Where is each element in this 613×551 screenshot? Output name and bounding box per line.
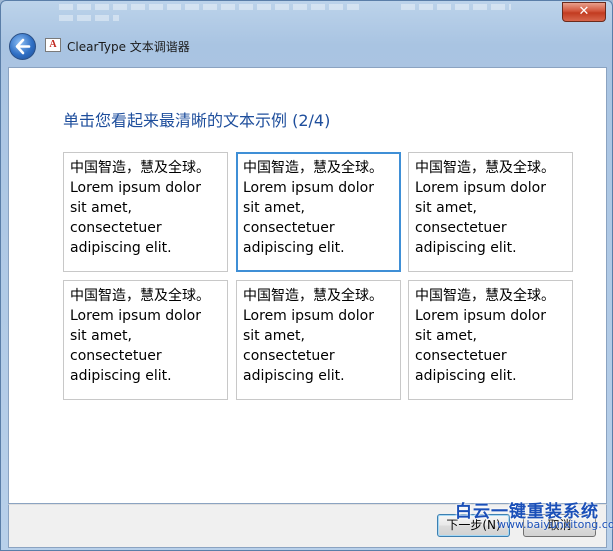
text-sample-5[interactable]: 中国智造，慧及全球。 Lorem ipsum dolor sit amet, c… — [236, 280, 401, 400]
window-frame: ✕ A ClearType 文本调谐器 单击您看起来最清晰的文本示例 (2/4)… — [0, 0, 613, 551]
next-button[interactable]: 下一步(N) — [437, 514, 510, 537]
sample-text: 中国智造，慧及全球。 Lorem ipsum dolor sit amet, c… — [243, 288, 383, 384]
text-sample-3[interactable]: 中国智造，慧及全球。 Lorem ipsum dolor sit amet, c… — [408, 152, 573, 272]
background-window-text — [59, 15, 119, 21]
cleartype-app-icon: A — [45, 38, 61, 52]
text-sample-6[interactable]: 中国智造，慧及全球。 Lorem ipsum dolor sit amet, c… — [408, 280, 573, 400]
background-window-text — [401, 4, 511, 10]
arrow-left-icon — [15, 38, 31, 55]
page-heading: 单击您看起来最清晰的文本示例 (2/4) — [63, 111, 331, 130]
text-sample-2[interactable]: 中国智造，慧及全球。 Lorem ipsum dolor sit amet, c… — [236, 152, 401, 272]
footer-bar: 下一步(N) 取消 — [8, 504, 607, 548]
sample-text: 中国智造，慧及全球。 Lorem ipsum dolor sit amet, c… — [243, 160, 383, 256]
sample-text: 中国智造，慧及全球。 Lorem ipsum dolor sit amet, c… — [415, 160, 555, 256]
content-area: 单击您看起来最清晰的文本示例 (2/4) 中国智造，慧及全球。 Lorem ip… — [8, 67, 607, 504]
close-icon: ✕ — [578, 4, 590, 19]
sample-text: 中国智造，慧及全球。 Lorem ipsum dolor sit amet, c… — [415, 288, 555, 384]
close-button[interactable]: ✕ — [562, 2, 606, 22]
title-bar: A ClearType 文本调谐器 — [9, 33, 599, 61]
sample-text: 中国智造，慧及全球。 Lorem ipsum dolor sit amet, c… — [70, 160, 210, 256]
text-sample-1[interactable]: 中国智造，慧及全球。 Lorem ipsum dolor sit amet, c… — [63, 152, 228, 272]
text-sample-4[interactable]: 中国智造，慧及全球。 Lorem ipsum dolor sit amet, c… — [63, 280, 228, 400]
cancel-button[interactable]: 取消 — [523, 514, 596, 537]
window-title: ClearType 文本调谐器 — [67, 40, 190, 54]
sample-text: 中国智造，慧及全球。 Lorem ipsum dolor sit amet, c… — [70, 288, 210, 384]
back-button[interactable] — [9, 33, 36, 60]
background-window-text — [59, 4, 359, 10]
